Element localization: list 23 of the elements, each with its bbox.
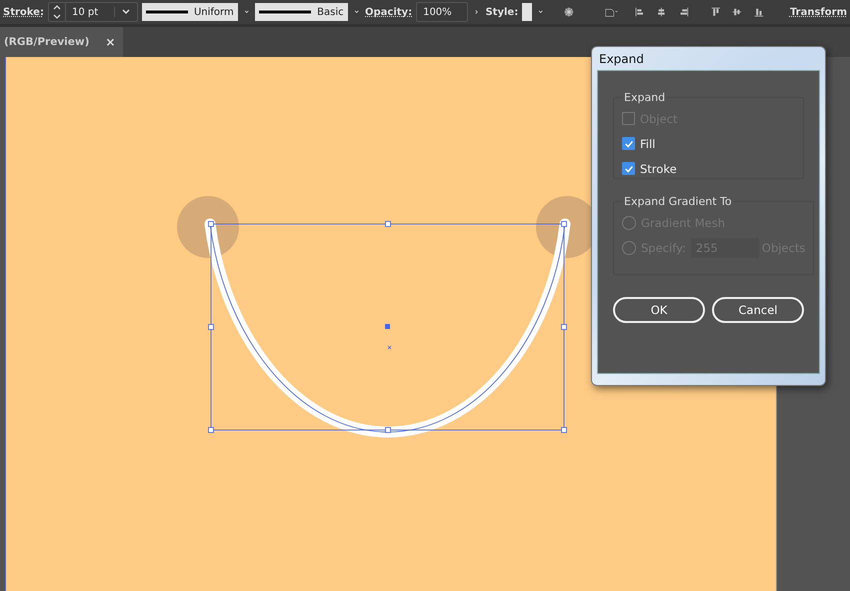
opacity-field[interactable]: 100% [416,2,468,22]
style-swatch[interactable] [522,3,532,21]
group-title: Expand [623,91,666,104]
stroke-label[interactable]: Stroke: [3,6,44,18]
line-icon [259,10,312,14]
circle-shape [177,196,239,258]
group-title: Expand Gradient To [623,195,733,208]
line-icon [146,10,188,14]
profile-dropdown[interactable]: Uniform [142,3,238,21]
opacity-label[interactable]: Opacity: [365,6,412,18]
cancel-button[interactable]: Cancel [712,297,804,323]
checkbox[interactable] [622,137,635,150]
style-label: Style: [485,6,518,18]
transform-link[interactable]: Transform [790,6,847,18]
close-tab-icon[interactable]: × [93,27,124,57]
checkbox-label[interactable]: Stroke [640,162,677,176]
stroke-weight-field[interactable]: 10 pt [48,2,138,22]
checkbox-label[interactable]: Fill [640,136,656,150]
brush-dropdown[interactable]: Basic [255,3,348,21]
document-tab[interactable]: (RGB/Preview) [0,27,94,57]
checkbox[interactable] [622,162,635,175]
ok-button[interactable]: OK [613,297,705,323]
dialog-title: Expand [598,51,645,68]
